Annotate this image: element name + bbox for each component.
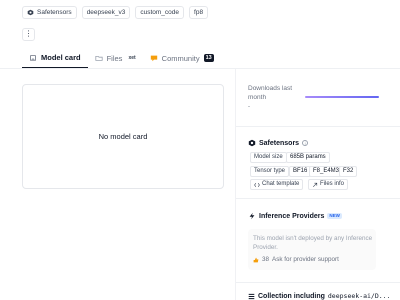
downloads-label: Downloads last month bbox=[248, 85, 293, 101]
inference-title: Inference Providers bbox=[259, 212, 325, 220]
community-icon bbox=[150, 55, 157, 62]
safetensors-heading: Safetensors i bbox=[248, 139, 388, 147]
model-size-value: 685B params bbox=[286, 152, 330, 163]
tag-label: custom_code bbox=[140, 9, 180, 16]
new-badge: NEW bbox=[327, 213, 342, 219]
tab-label: Files bbox=[106, 53, 123, 63]
community-count-badge: 13 bbox=[203, 54, 214, 62]
safetensors-icon bbox=[248, 139, 256, 147]
section-divider bbox=[236, 282, 400, 283]
info-icon[interactable]: i bbox=[302, 140, 309, 146]
thumbs-up-icon bbox=[253, 257, 259, 262]
tab-label: Community bbox=[161, 53, 200, 63]
safetensors-title: Safetensors bbox=[259, 139, 300, 147]
model-size-label: Model size bbox=[250, 152, 287, 163]
files-icon bbox=[94, 56, 103, 61]
tag-label: fp8 bbox=[194, 9, 204, 16]
inference-heading: Inference Providers NEW bbox=[248, 212, 388, 220]
section-divider bbox=[236, 126, 400, 127]
tag-safetensors[interactable]: Safetensors bbox=[22, 6, 77, 19]
chat-template-button[interactable]: Chat template bbox=[250, 179, 304, 190]
files-info-label: Files info bbox=[320, 181, 345, 187]
downloads-value: - bbox=[248, 104, 250, 110]
collection-icon bbox=[248, 293, 255, 299]
tab-community[interactable]: Community 13 bbox=[143, 48, 221, 68]
tensor-type-f8-e4m3: F8_E4M3 bbox=[309, 166, 344, 177]
tag-deepseek-v3[interactable]: deepseek_v3 bbox=[81, 6, 131, 19]
collection-label: Collection including bbox=[258, 292, 325, 300]
tabs-divider bbox=[0, 68, 400, 69]
repo-tabs: Model card Files xet Community 13 bbox=[22, 48, 221, 68]
chat-template-label: Chat template bbox=[262, 181, 300, 187]
code-icon bbox=[254, 182, 260, 187]
support-count: 38 bbox=[262, 256, 270, 263]
tag-label: Safetensors bbox=[37, 9, 72, 16]
more-options-button[interactable]: ⋮ bbox=[22, 28, 35, 41]
inference-message: This model isn't deployed by any Inferen… bbox=[253, 235, 373, 251]
collection-name: deepseek-ai/D... bbox=[327, 292, 391, 300]
tag-label: deepseek_v3 bbox=[86, 9, 126, 16]
safetensors-icon bbox=[27, 9, 34, 16]
tensor-type-label: Tensor type bbox=[250, 166, 290, 177]
column-divider bbox=[235, 69, 236, 300]
model-card-panel: No model card bbox=[22, 84, 224, 189]
ask-provider-support-button[interactable]: 38 Ask for provider support bbox=[253, 256, 339, 263]
tensor-type-f32: F32 bbox=[339, 166, 358, 177]
tag-row: Safetensors deepseek_v3 custom_code fp8 bbox=[22, 6, 209, 19]
section-divider bbox=[236, 198, 400, 199]
model-card-icon bbox=[30, 54, 36, 61]
tab-files[interactable]: Files xet bbox=[88, 48, 143, 68]
tab-label: Model card bbox=[41, 53, 81, 62]
bolt-icon bbox=[249, 212, 255, 220]
tag-fp8[interactable]: fp8 bbox=[189, 6, 209, 19]
tensor-type-bf16: BF16 bbox=[289, 166, 312, 177]
collection-heading[interactable]: Collection including deepseek-ai/D... bbox=[248, 292, 391, 300]
xet-badge: xet bbox=[128, 55, 136, 61]
files-info-button[interactable]: Files info bbox=[308, 179, 349, 190]
support-label: Ask for provider support bbox=[272, 256, 339, 263]
no-model-card-text: No model card bbox=[98, 132, 148, 141]
downloads-sparkline bbox=[305, 96, 379, 98]
external-link-icon bbox=[312, 182, 318, 187]
tab-model-card[interactable]: Model card bbox=[22, 48, 88, 68]
tag-custom-code[interactable]: custom_code bbox=[135, 6, 185, 19]
